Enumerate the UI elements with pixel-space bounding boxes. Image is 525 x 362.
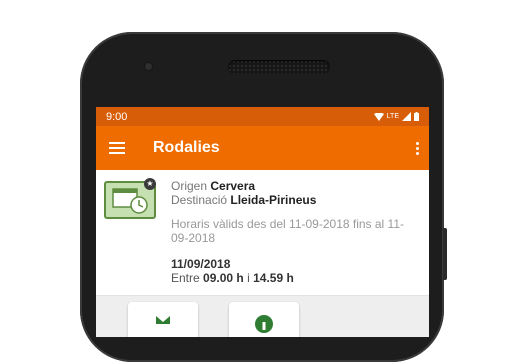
app-title: Rodalies [153, 139, 220, 156]
destination-label: Destinació [171, 193, 228, 207]
origin-label: Origen [171, 179, 208, 193]
front-camera [144, 62, 153, 71]
signal-icon [402, 112, 411, 121]
status-icons: LTE [373, 112, 419, 121]
status-time: 9:00 [106, 110, 128, 123]
time-prefix: Entre [171, 271, 200, 285]
battery-icon [414, 112, 419, 121]
info-circle-icon [255, 315, 273, 333]
trip-info: Origen Cervera Destinació Lleida-Pirineu… [171, 179, 419, 285]
favorite-star-icon[interactable]: ★ [144, 178, 156, 190]
app-bar: Rodalies [96, 126, 429, 170]
destination-value: Lleida-Pirineus [230, 193, 317, 207]
time-range: Entre 09.00 h i 14.59 h [171, 271, 419, 285]
time-joiner: i [247, 271, 250, 285]
action-area [96, 296, 429, 337]
overflow-menu-icon[interactable] [415, 141, 419, 155]
origin-line: Origen Cervera [171, 179, 419, 193]
earpiece-speaker [228, 60, 330, 74]
time-start: 09.00 h [203, 271, 244, 285]
network-type: LTE [386, 113, 399, 120]
phone-side-button [443, 228, 447, 280]
destination-line: Destinació Lleida-Pirineus [171, 193, 419, 207]
phone-screen: 9:00 LTE Rodalies ★ Origen Cervera Desti… [96, 107, 429, 337]
hamburger-menu-icon[interactable] [109, 142, 125, 154]
status-bar: 9:00 LTE [96, 107, 429, 126]
leaf-icon [156, 316, 170, 324]
info-action-button[interactable] [229, 302, 299, 337]
time-end: 14.59 h [253, 271, 294, 285]
validity-text: Horaris vàlids des del 11-09-2018 fins a… [171, 217, 405, 245]
trip-card[interactable]: ★ Origen Cervera Destinació Lleida-Pirin… [96, 170, 429, 296]
wifi-icon [373, 112, 384, 121]
trip-date: 11/09/2018 [171, 257, 231, 271]
leaf-action-button[interactable] [128, 302, 198, 337]
origin-value: Cervera [210, 179, 256, 193]
